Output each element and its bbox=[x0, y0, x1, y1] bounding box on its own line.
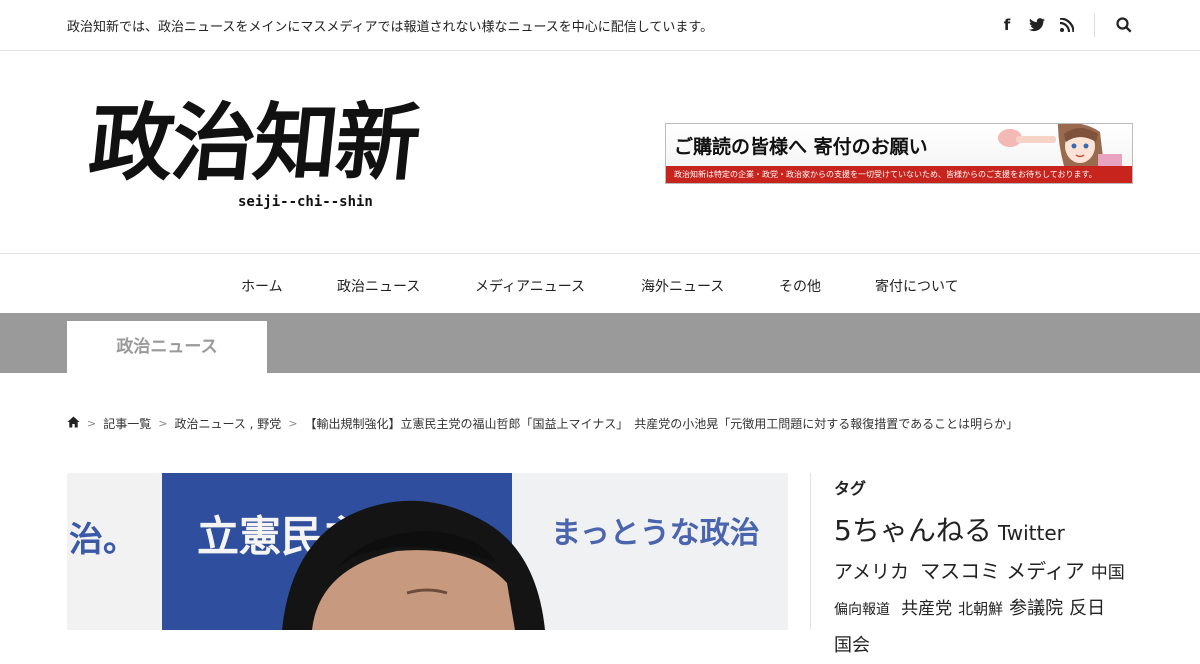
top-bar: 政治知新では、政治ニュースをメインにマスメディアでは報道されない様なニュースを中… bbox=[0, 0, 1200, 51]
topbar-divider bbox=[1094, 13, 1095, 37]
site-tagline: 政治知新では、政治ニュースをメインにマスメディアでは報道されない様なニュースを中… bbox=[67, 20, 714, 35]
tag-link[interactable]: メディア bbox=[1006, 559, 1085, 583]
breadcrumb-item-category[interactable]: 政治ニュース , 野党 bbox=[174, 415, 281, 432]
breadcrumb: > 記事一覧 > 政治ニュース , 野党 > 【輸出規制強化】立憲民主党の福山哲… bbox=[67, 415, 1018, 432]
tag-link[interactable]: 偏向報道 bbox=[834, 602, 890, 618]
nav-item-media[interactable]: メディアニュース bbox=[475, 276, 585, 296]
tag-link[interactable]: アメリカ bbox=[834, 561, 909, 583]
twitter-icon[interactable] bbox=[1027, 15, 1047, 35]
tag-link[interactable]: 5ちゃんねる bbox=[834, 514, 992, 547]
tag-link[interactable]: 中国 bbox=[1091, 563, 1125, 583]
tag-link[interactable]: 国会 bbox=[834, 635, 870, 656]
tag-link[interactable]: Twitter bbox=[998, 521, 1065, 545]
featured-image-art: 治。 立憲民主党 まっとうな政治 bbox=[67, 473, 788, 630]
chevron-right-icon: > bbox=[158, 417, 168, 430]
breadcrumb-current: 【輸出規制強化】立憲民主党の福山哲郎「国益上マイナス」 共産党の小池晃「元徴用工… bbox=[304, 417, 1019, 431]
photo-text-right: まっとうな政治 bbox=[551, 516, 760, 551]
tag-link[interactable]: 共産党 bbox=[901, 599, 952, 619]
article-featured-image[interactable]: 治。 立憲民主党 まっとうな政治 bbox=[67, 473, 788, 630]
sidebar: タグ 5ちゃんねる Twitter アメリカ マスコミ メディア 中国偏向報道 共産党北… bbox=[810, 473, 1200, 656]
nav-item-politics[interactable]: 政治ニュース bbox=[337, 276, 420, 296]
nav-item-home[interactable]: ホーム bbox=[241, 276, 283, 296]
nav-item-overseas[interactable]: 海外ニュース bbox=[641, 276, 724, 296]
tag-link[interactable]: 参議院 bbox=[1009, 598, 1063, 619]
tag-cloud: 5ちゃんねる Twitter アメリカ マスコミ メディア 中国偏向報道 共産党 北朝鮮参… bbox=[834, 513, 1134, 664]
tags-widget-title: タグ bbox=[834, 479, 867, 498]
chevron-right-icon: > bbox=[87, 417, 97, 430]
photo-text-left: 治。 bbox=[69, 520, 137, 560]
banner-strip: 政治知新は特定の企業・政党・政治家からの支援を一切受けていないため、皆様からのご… bbox=[666, 166, 1132, 183]
logo-text: 政治知新 bbox=[84, 93, 424, 192]
banner-title: ご購読の皆様へ 寄付のお願い bbox=[674, 136, 928, 158]
chevron-right-icon: > bbox=[288, 417, 298, 430]
logo-subtext: seiji--chi--shin bbox=[238, 194, 373, 210]
site-logo[interactable]: 政治知新 seiji--chi--shin bbox=[85, 88, 510, 218]
home-icon[interactable] bbox=[67, 416, 80, 431]
nav-item-other[interactable]: その他 bbox=[779, 276, 821, 296]
tag-link[interactable]: マスコミ bbox=[920, 559, 1000, 583]
donation-banner[interactable]: ご購読の皆様へ 寄付のお願い 政治知新は特定の企業・政党・政治家からの支援を一切… bbox=[665, 123, 1133, 184]
breadcrumb-item-articles[interactable]: 記事一覧 bbox=[103, 415, 151, 432]
category-title: 政治ニュース bbox=[67, 321, 267, 373]
global-nav: ホーム 政治ニュース メディアニュース 海外ニュース その他 寄付について bbox=[0, 255, 1200, 313]
facebook-icon[interactable]: f bbox=[997, 15, 1017, 35]
category-header: 政治ニュース bbox=[0, 313, 1200, 373]
banner-illustration bbox=[998, 124, 1122, 166]
tag-link[interactable]: 北朝鮮 bbox=[958, 600, 1003, 618]
tag-link[interactable]: 反日 bbox=[1069, 598, 1105, 619]
search-icon[interactable] bbox=[1114, 15, 1134, 35]
nav-item-donation[interactable]: 寄付について bbox=[875, 276, 959, 296]
site-header: 政治知新 seiji--chi--shin ご購読の皆様へ 寄付のお願い 政治知… bbox=[0, 52, 1200, 254]
rss-icon[interactable] bbox=[1057, 15, 1077, 35]
